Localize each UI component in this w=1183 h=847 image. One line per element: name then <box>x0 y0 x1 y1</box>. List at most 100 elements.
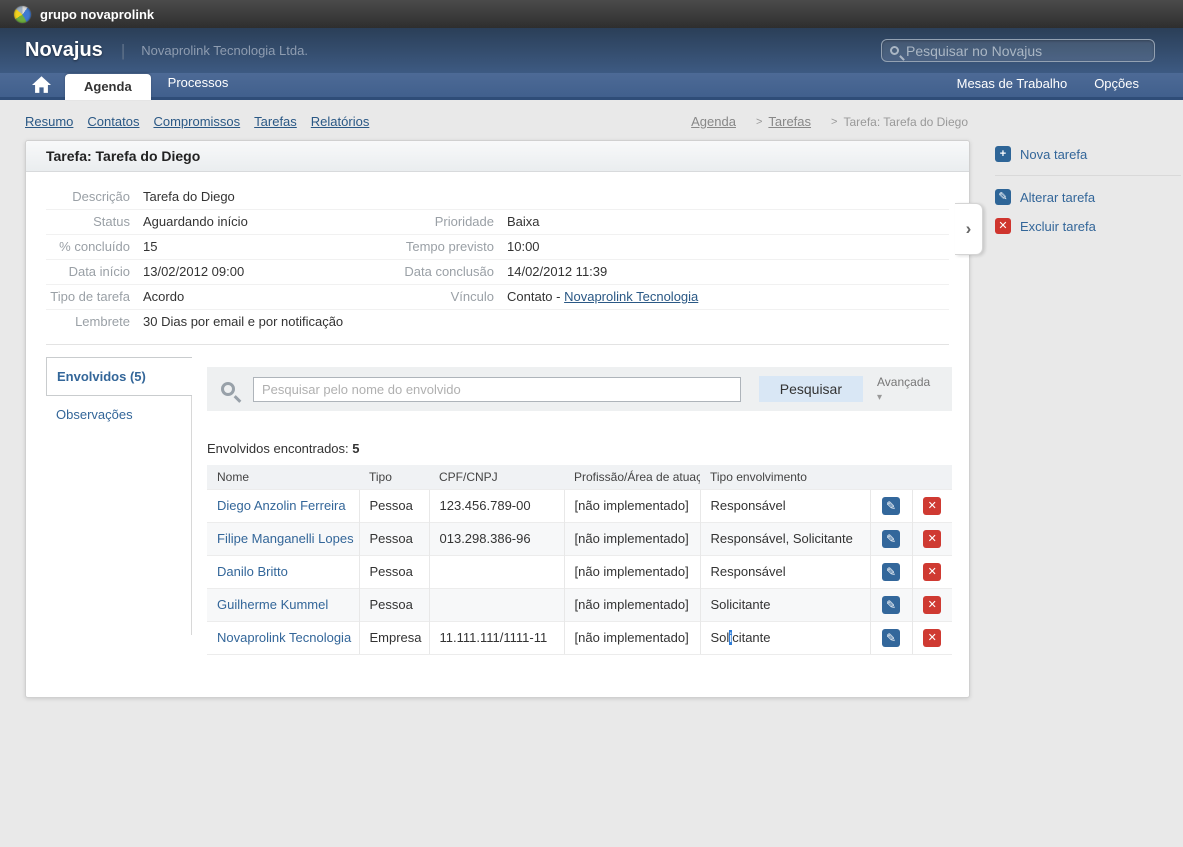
detail-row-concluido-tempo: % concluído 15 Tempo previsto 10:00 <box>46 234 949 259</box>
cell-envolvimento: Responsável <box>700 555 870 588</box>
global-search-input[interactable] <box>906 43 1146 59</box>
field-label: Data conclusão <box>372 260 494 284</box>
tab-observacoes[interactable]: Observações <box>46 396 191 433</box>
header-divider: | <box>121 41 125 61</box>
breadcrumb-separator: > <box>756 116 762 128</box>
detail-row-descricao: Descrição Tarefa do Diego <box>46 185 949 209</box>
collapse-panel-button[interactable]: › <box>955 203 983 255</box>
field-value: 15 <box>143 235 372 259</box>
caret-down-icon: ▾ <box>877 392 882 403</box>
cell-profissao: [não implementado] <box>564 588 700 621</box>
subnav-compromissos[interactable]: Compromissos <box>153 114 240 129</box>
novaprolink-logo-icon <box>14 6 31 23</box>
subnav-relatorios[interactable]: Relatórios <box>311 114 370 129</box>
tab-processos[interactable]: Processos <box>151 70 246 97</box>
advanced-label: Avançada <box>877 375 930 389</box>
app-header: Novajus | Novaprolink Tecnologia Ltda. <box>0 28 1183 73</box>
vinculo-prefix: Contato - <box>507 289 564 304</box>
action-label: Excluir tarefa <box>1020 219 1096 234</box>
search-icon <box>221 382 235 396</box>
close-icon: ✕ <box>995 218 1011 234</box>
results-label: Envolvidos encontrados: <box>207 441 349 456</box>
search-icon <box>890 46 899 55</box>
delete-icon[interactable]: ✕ <box>923 530 941 548</box>
cell-tipo: Pessoa <box>359 522 429 555</box>
field-label: Prioridade <box>372 210 494 234</box>
edit-icon[interactable]: ✎ <box>882 497 900 515</box>
detail-row-lembrete: Lembrete 30 Dias por email e por notific… <box>46 309 949 334</box>
edit-icon[interactable]: ✎ <box>882 629 900 647</box>
field-value: 30 Dias por email e por notificação <box>143 310 949 334</box>
chevron-right-icon: › <box>966 219 972 239</box>
cell-envolvimento: Solicitante <box>700 621 870 654</box>
col-edit <box>870 465 912 489</box>
delete-icon[interactable]: ✕ <box>923 563 941 581</box>
cell-cpf: 123.456.789-00 <box>429 489 564 522</box>
involved-name-link[interactable]: Guilherme Kummel <box>217 597 328 612</box>
home-icon[interactable] <box>32 76 51 93</box>
involved-name-link[interactable]: Diego Anzolin Ferreira <box>217 498 346 513</box>
tab-agenda[interactable]: Agenda <box>65 74 151 100</box>
cell-tipo: Empresa <box>359 621 429 654</box>
involved-name-link[interactable]: Novaprolink Tecnologia <box>217 630 351 645</box>
advanced-search-toggle[interactable]: Avançada ▾ <box>877 375 938 403</box>
field-value: 13/02/2012 09:00 <box>143 260 372 284</box>
subnav-tarefas[interactable]: Tarefas <box>254 114 297 129</box>
field-value: Acordo <box>143 285 372 309</box>
tab-envolvidos[interactable]: Envolvidos (5) <box>46 357 192 396</box>
edit-icon[interactable]: ✎ <box>882 563 900 581</box>
involved-search-input[interactable] <box>253 377 741 402</box>
cell-profissao: [não implementado] <box>564 489 700 522</box>
subnav-resumo[interactable]: Resumo <box>25 114 73 129</box>
nav-opcoes[interactable]: Opções <box>1094 76 1139 91</box>
field-value: 10:00 <box>507 235 949 259</box>
involved-name-link[interactable]: Danilo Britto <box>217 564 288 579</box>
edit-icon[interactable]: ✎ <box>882 596 900 614</box>
delete-task-button[interactable]: ✕ Excluir tarefa <box>995 218 1181 234</box>
cell-envolvimento: Responsável, Solicitante <box>700 522 870 555</box>
field-label: Data início <box>46 260 130 284</box>
main-navbar: Agenda Processos Mesas de Trabalho Opçõe… <box>0 73 1183 100</box>
breadcrumb: Agenda > Tarefas > Tarefa: Tarefa do Die… <box>691 114 968 129</box>
pencil-icon: ✎ <box>995 189 1011 205</box>
involved-name-link[interactable]: Filipe Manganelli Lopes <box>217 531 354 546</box>
vinculo-link[interactable]: Novaprolink Tecnologia <box>564 289 698 304</box>
cell-cpf: 013.298.386-96 <box>429 522 564 555</box>
breadcrumb-current: Tarefa: Tarefa do Diego <box>843 115 968 129</box>
subnav: Resumo Contatos Compromissos Tarefas Rel… <box>0 103 1183 140</box>
edit-icon[interactable]: ✎ <box>882 530 900 548</box>
cell-envolvimento: Responsável <box>700 489 870 522</box>
delete-icon[interactable]: ✕ <box>923 497 941 515</box>
breadcrumb-tarefas[interactable]: Tarefas <box>768 114 811 129</box>
delete-icon[interactable]: ✕ <box>923 629 941 647</box>
action-label: Nova tarefa <box>1020 147 1087 162</box>
new-task-button[interactable]: + Nova tarefa <box>995 146 1181 162</box>
nav-mesas-de-trabalho[interactable]: Mesas de Trabalho <box>957 76 1068 91</box>
field-value: Baixa <box>507 210 949 234</box>
field-value: 14/02/2012 11:39 <box>507 260 949 284</box>
cell-cpf <box>429 555 564 588</box>
search-button[interactable]: Pesquisar <box>759 376 863 402</box>
cell-tipo: Pessoa <box>359 555 429 588</box>
subnav-contatos[interactable]: Contatos <box>87 114 139 129</box>
group-brand: grupo novaprolink <box>40 7 154 22</box>
field-label: Descrição <box>46 185 130 209</box>
detail-row-tipo-vinculo: Tipo de tarefa Acordo Vínculo Contato - … <box>46 284 949 309</box>
task-panel: Tarefa: Tarefa do Diego › Descrição Tare… <box>25 140 970 698</box>
table-header-row: Nome Tipo CPF/CNPJ Profissão/Área de atu… <box>207 465 952 489</box>
delete-icon[interactable]: ✕ <box>923 596 941 614</box>
plus-icon: + <box>995 146 1011 162</box>
edit-task-button[interactable]: ✎ Alterar tarefa <box>995 189 1181 205</box>
cell-tipo: Pessoa <box>359 489 429 522</box>
table-row: Novaprolink Tecnologia Empresa 11.111.11… <box>207 621 952 654</box>
breadcrumb-separator: > <box>831 116 837 128</box>
breadcrumb-agenda[interactable]: Agenda <box>691 114 736 129</box>
detail-row-status-prioridade: Status Aguardando início Prioridade Baix… <box>46 209 949 234</box>
field-label: Lembrete <box>46 310 130 334</box>
task-details: Descrição Tarefa do Diego Status Aguarda… <box>46 185 949 345</box>
field-value: Aguardando início <box>143 210 372 234</box>
col-profissao: Profissão/Área de atuação <box>564 465 700 489</box>
field-label: Tempo previsto <box>372 235 494 259</box>
field-label: Status <box>46 210 130 234</box>
global-search[interactable] <box>881 39 1155 62</box>
